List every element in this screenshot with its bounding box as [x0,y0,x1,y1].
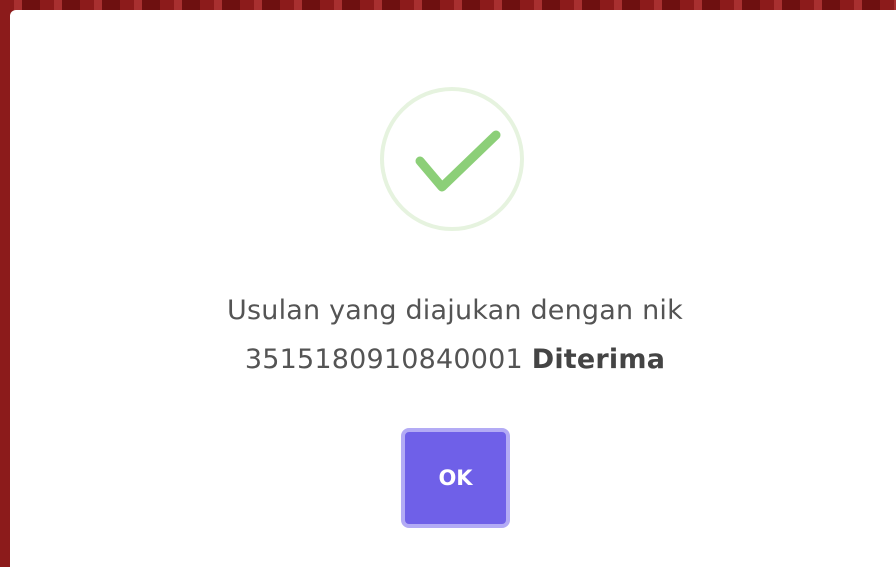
success-check-icon [380,87,524,231]
success-dialog: Usulan yang diajukan dengan nik 35151809… [10,10,896,567]
message-line-2: 3515180910840001 Diterima [10,335,896,384]
nik-value: 3515180910840001 [244,344,523,375]
dialog-message: Usulan yang diajukan dengan nik 35151809… [10,286,896,384]
ok-button[interactable]: OK [401,428,510,528]
ok-button-label: OK [438,466,473,490]
message-line-1: Usulan yang diajukan dengan nik [227,295,683,326]
status-text: Diterima [531,344,666,375]
checkmark-graphic [415,130,501,192]
